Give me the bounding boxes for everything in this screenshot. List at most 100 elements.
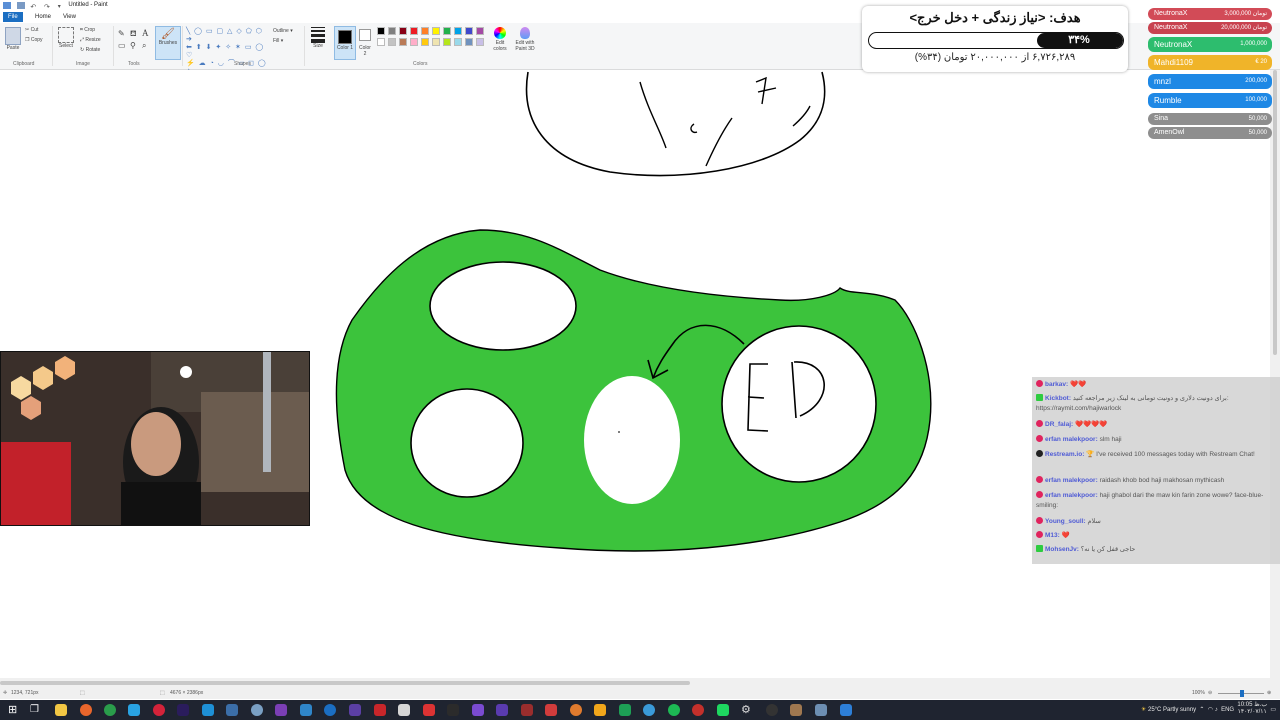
color-swatch[interactable]: [388, 38, 396, 46]
tab-view[interactable]: View: [58, 12, 81, 22]
file-explorer-icon[interactable]: [55, 704, 67, 716]
chrome-icon[interactable]: [104, 704, 116, 716]
edit-colors-button[interactable]: Edit colors: [489, 27, 511, 52]
pencil-icon[interactable]: ✎: [118, 29, 125, 38]
horizontal-scroll-thumb[interactable]: [0, 681, 690, 685]
app-icon[interactable]: [447, 704, 459, 716]
app-icon[interactable]: [717, 704, 729, 716]
color-swatch[interactable]: [432, 38, 440, 46]
customize-quick-access-icon[interactable]: ▾: [58, 2, 66, 10]
network-icon[interactable]: ◠: [1208, 707, 1213, 713]
app-icon[interactable]: [472, 704, 484, 716]
vertical-scroll-thumb[interactable]: [1273, 70, 1277, 355]
weather-text[interactable]: 25°C Partly sunny: [1148, 707, 1196, 713]
notifications-icon[interactable]: ▭: [1270, 707, 1276, 713]
color-swatch[interactable]: [399, 38, 407, 46]
select-button[interactable]: Select: [57, 27, 75, 49]
app-icon[interactable]: [349, 704, 361, 716]
app-icon[interactable]: [275, 704, 287, 716]
undo-icon[interactable]: ↶: [30, 2, 38, 11]
save-icon[interactable]: [16, 2, 25, 9]
app-icon[interactable]: [398, 704, 410, 716]
app-icon[interactable]: [374, 704, 386, 716]
app-icon[interactable]: [790, 704, 802, 716]
app-icon[interactable]: [521, 704, 533, 716]
volume-icon[interactable]: ♪: [1215, 707, 1218, 713]
color-swatch[interactable]: [432, 27, 440, 35]
divider: [182, 26, 183, 66]
zoom-in-icon[interactable]: ⊕: [1267, 688, 1271, 699]
brushes-button[interactable]: 🖌 Brushes: [155, 26, 181, 60]
color-swatch[interactable]: [476, 38, 484, 46]
tab-home[interactable]: Home: [30, 12, 56, 22]
color-swatch[interactable]: [465, 38, 473, 46]
color-swatch[interactable]: [377, 38, 385, 46]
crop-button[interactable]: ⌗ Crop: [80, 27, 95, 33]
color-swatch[interactable]: [388, 27, 396, 35]
app-icon[interactable]: [619, 704, 631, 716]
color-swatch[interactable]: [421, 38, 429, 46]
spotify-icon[interactable]: [668, 704, 680, 716]
redo-icon[interactable]: ↷: [44, 2, 52, 11]
color-swatch[interactable]: [399, 27, 407, 35]
app-icon[interactable]: [692, 704, 704, 716]
app-icon[interactable]: [496, 704, 508, 716]
color-picker-icon[interactable]: ⚲: [130, 41, 136, 50]
edge-icon[interactable]: [128, 704, 140, 716]
color1-button[interactable]: Color 1: [334, 26, 356, 60]
copy-icon: ❐: [25, 37, 30, 43]
app-icon[interactable]: [202, 704, 214, 716]
paint-taskbar-icon[interactable]: [815, 704, 827, 716]
app-icon[interactable]: [594, 704, 606, 716]
app-icon[interactable]: [251, 704, 263, 716]
color-swatch[interactable]: [465, 27, 473, 35]
fill-icon[interactable]: ⛾: [130, 29, 137, 39]
fill-dropdown[interactable]: Fill ▾: [273, 38, 283, 44]
eraser-icon[interactable]: ▭: [118, 41, 126, 50]
rotate-button[interactable]: ↻ Rotate: [80, 47, 100, 53]
paste-button[interactable]: Paste: [4, 27, 22, 51]
zoom-out-icon[interactable]: ⊖: [1208, 688, 1212, 699]
app-icon[interactable]: [226, 704, 238, 716]
color2-button[interactable]: Color 2: [357, 29, 373, 57]
premiere-icon[interactable]: [177, 704, 189, 716]
cut-button[interactable]: ✂ Cut: [25, 27, 38, 33]
start-icon[interactable]: ⊞: [8, 704, 20, 716]
outline-dropdown[interactable]: Outline ▾: [273, 28, 293, 34]
color-swatch[interactable]: [421, 27, 429, 35]
size-button[interactable]: Size: [309, 27, 327, 49]
app-icon[interactable]: [423, 704, 435, 716]
resize-button[interactable]: ⤢ Resize: [80, 37, 101, 43]
magnifier-icon[interactable]: ⌕: [142, 41, 146, 51]
shapes-gallery[interactable]: ╲ ◯ ▭ ▢ △ ◇ ⬠ ⬡ ➔ ⬅ ⬆ ⬇ ✦ ✧ ✶ ▭ ◯ ♡ ⚡ ☁ ◔ …: [186, 28, 270, 75]
app-icon[interactable]: [643, 704, 655, 716]
color-swatch[interactable]: [377, 27, 385, 35]
copy-button[interactable]: ❐ Copy: [25, 37, 43, 43]
color-swatch[interactable]: [476, 27, 484, 35]
color-swatch[interactable]: [454, 38, 462, 46]
menu-tabs: File Home View: [0, 11, 860, 23]
app-icon[interactable]: [324, 704, 336, 716]
clock[interactable]: 10:05 ب.ظ ۱۴۰۲/۰۷/۱۱: [1237, 702, 1267, 716]
app-icon[interactable]: [840, 704, 852, 716]
opera-icon[interactable]: [153, 704, 165, 716]
app-icon[interactable]: [766, 704, 778, 716]
settings-icon[interactable]: ⚙: [741, 704, 753, 716]
app-icon[interactable]: [570, 704, 582, 716]
color-swatch[interactable]: [443, 38, 451, 46]
tray-chevron-icon[interactable]: ⌃: [1199, 707, 1204, 713]
language-indicator[interactable]: ENG: [1221, 707, 1234, 713]
color-swatch[interactable]: [454, 27, 462, 35]
color-swatch[interactable]: [410, 38, 418, 46]
firefox-icon[interactable]: [80, 704, 92, 716]
zoom-slider-thumb[interactable]: [1240, 690, 1244, 697]
app-icon[interactable]: [545, 704, 557, 716]
task-view-icon[interactable]: ❐: [30, 704, 42, 716]
app-icon[interactable]: [300, 704, 312, 716]
paint3d-button[interactable]: Edit with Paint 3D: [514, 27, 536, 52]
text-tool-icon[interactable]: A: [142, 28, 149, 38]
tab-file[interactable]: File: [3, 12, 23, 22]
color-swatch[interactable]: [410, 27, 418, 35]
colors-group-label: Colors: [413, 61, 428, 67]
color-swatch[interactable]: [443, 27, 451, 35]
